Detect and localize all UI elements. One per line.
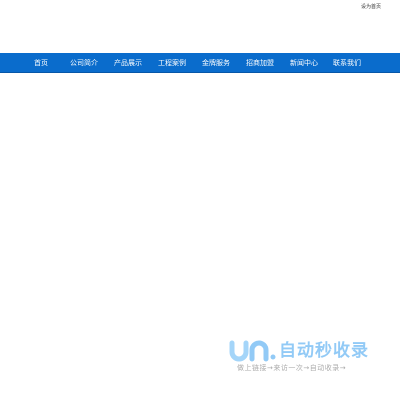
page: 设为首页 首页 公司简介 产品展示 工程案例 金牌服务 招商加盟 新闻中心 联系…: [0, 0, 400, 400]
nav-item-about[interactable]: 公司简介: [70, 53, 98, 73]
nav-item-contact[interactable]: 联系我们: [333, 53, 361, 73]
nav-item-cases[interactable]: 工程案例: [158, 53, 186, 73]
watermark-title: 自动秒收录: [279, 341, 369, 361]
nav-item-products[interactable]: 产品展示: [114, 53, 142, 73]
watermark: 自动秒收录 做上链接→来访一次→自动收录→: [228, 338, 388, 378]
nav-item-news[interactable]: 新闻中心: [290, 53, 318, 73]
nav-item-service[interactable]: 金牌服务: [202, 53, 230, 73]
nav-item-home[interactable]: 首页: [34, 53, 48, 73]
main-nav: 首页 公司简介 产品展示 工程案例 金牌服务 招商加盟 新闻中心 联系我们: [0, 53, 400, 73]
watermark-logo-icon: [229, 340, 276, 362]
nav-item-franchise[interactable]: 招商加盟: [246, 53, 274, 73]
set-homepage-link[interactable]: 设为首页: [361, 4, 381, 10]
watermark-subtitle: 做上链接→来访一次→自动收录→: [237, 364, 347, 372]
top-bar: 设为首页: [0, 0, 400, 18]
